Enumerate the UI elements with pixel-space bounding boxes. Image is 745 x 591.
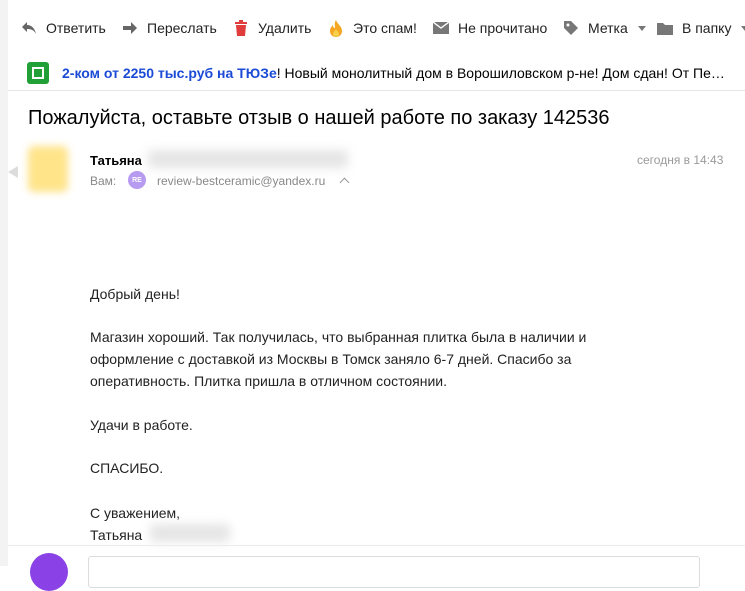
ad-banner[interactable]: 2-ком от 2250 тыс.руб на ТЮЗе! Новый мон… [8, 56, 745, 91]
body-line: оперативность. Плитка пришла в отличном … [90, 373, 447, 389]
left-rail [0, 0, 8, 566]
forward-button[interactable]: Переслать [121, 17, 217, 39]
message-subject: Пожалуйста, оставьте отзыв о нашей работ… [28, 107, 610, 129]
envelope-icon [432, 19, 450, 37]
fire-icon [327, 19, 345, 37]
spam-label: Это спам! [353, 20, 417, 36]
move-to-folder-button[interactable]: В папку [656, 17, 745, 39]
forward-arrow-icon [121, 19, 139, 37]
divider [8, 545, 745, 546]
message-time: сегодня в 14:43 [637, 153, 724, 167]
recipient-email[interactable]: review-bestceramic@yandex.ru [157, 174, 325, 188]
body-line: Удачи в работе. [90, 417, 193, 433]
quick-reply-input[interactable] [88, 556, 700, 588]
sender-avatar[interactable] [28, 146, 68, 192]
chevron-down-icon [637, 25, 646, 31]
ad-link[interactable]: 2-ком от 2250 тыс.руб на ТЮЗе [62, 65, 277, 81]
delete-label: Удалить [258, 20, 312, 36]
message-toolbar: Ответить Переслать Удалить Это спам! Не … [8, 0, 745, 57]
reply-button[interactable]: Ответить [20, 17, 106, 39]
label-label: Метка [588, 20, 628, 36]
user-avatar [30, 553, 68, 591]
body-line: Магазин хороший. Так получилась, что выб… [90, 329, 587, 345]
folder-icon [656, 19, 674, 37]
trash-icon [232, 19, 250, 37]
redacted-sender-address [148, 150, 348, 168]
to-label: Вам: [90, 174, 117, 188]
chevron-down-icon [741, 25, 745, 31]
redacted-surname [150, 524, 230, 542]
chevron-up-icon[interactable] [339, 177, 350, 188]
recipient-avatar: RE [128, 171, 146, 189]
body-greeting: Добрый день! [90, 286, 180, 302]
tag-icon [562, 19, 580, 37]
ad-description: ! Новый монолитный дом в Ворошиловском р… [276, 65, 725, 81]
collapse-tab-icon[interactable] [8, 166, 18, 178]
label-button[interactable]: Метка [562, 17, 646, 39]
delete-button[interactable]: Удалить [232, 17, 311, 39]
sender-name[interactable]: Татьяна [90, 153, 142, 168]
mark-unread-button[interactable]: Не прочитано [432, 17, 547, 39]
ad-text[interactable]: 2-ком от 2250 тыс.руб на ТЮЗе! Новый мон… [62, 65, 725, 81]
body-regards: С уважением, [90, 505, 181, 521]
body-line: оформление с доставкой из Москвы в Томск… [90, 351, 572, 367]
forward-label: Переслать [147, 20, 217, 36]
folder-label: В папку [682, 20, 732, 36]
body-line: СПАСИБО. [90, 460, 164, 476]
reply-arrow-icon [20, 19, 38, 37]
body-signature: Татьяна [90, 527, 143, 543]
unread-label: Не прочитано [458, 20, 548, 36]
reply-label: Ответить [46, 20, 106, 36]
ad-logo-icon [27, 62, 49, 84]
spam-button[interactable]: Это спам! [327, 17, 417, 39]
